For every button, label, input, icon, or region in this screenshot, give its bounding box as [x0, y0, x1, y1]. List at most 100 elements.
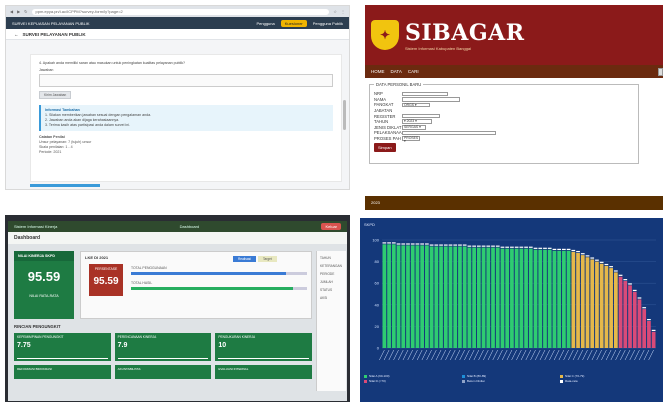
- address-bar[interactable]: ppm.epya.pn/i.ac/ICPPM?survey-form/ly?pa…: [31, 8, 330, 15]
- submit-button[interactable]: Simpan: [374, 143, 396, 153]
- chart-bar[interactable]: [647, 321, 651, 348]
- chart-bar[interactable]: [510, 248, 514, 348]
- chart-bar[interactable]: [590, 259, 595, 348]
- chart-bar[interactable]: [462, 246, 467, 348]
- chart-bar[interactable]: [623, 281, 628, 348]
- chart-bar[interactable]: [628, 285, 632, 348]
- chart-bar[interactable]: [576, 252, 580, 348]
- chart-bar[interactable]: [632, 291, 637, 348]
- chart-bar[interactable]: [387, 244, 391, 348]
- toggle-realisasi[interactable]: Realisasi: [233, 256, 256, 262]
- chart-bar[interactable]: [595, 261, 599, 348]
- side-item[interactable]: PERIODE: [320, 270, 343, 278]
- scrollbar[interactable]: [343, 100, 346, 130]
- chart-bar[interactable]: [514, 248, 519, 348]
- chart-bar[interactable]: [533, 249, 538, 348]
- chart-bar[interactable]: [543, 249, 547, 348]
- chart-bar[interactable]: [420, 245, 425, 348]
- toggle-target[interactable]: Target: [257, 256, 277, 262]
- chart-bar[interactable]: [599, 263, 604, 348]
- forward-icon[interactable]: ▶: [17, 9, 20, 14]
- chart-bar[interactable]: [458, 246, 462, 348]
- nav-search[interactable]: CARI: [408, 69, 419, 74]
- chart-bar[interactable]: [491, 247, 495, 348]
- form-input[interactable]: [402, 113, 440, 119]
- form-input[interactable]: SERGAS ▾: [402, 125, 426, 130]
- side-toggle[interactable]: [658, 68, 663, 76]
- chart-bar[interactable]: [476, 247, 481, 348]
- answer-textarea[interactable]: [39, 74, 333, 87]
- side-item[interactable]: TAHUN: [320, 254, 343, 262]
- chart-bar[interactable]: [434, 246, 439, 348]
- form-input[interactable]: ORGS ▾: [402, 102, 430, 108]
- form-input[interactable]: [402, 130, 496, 136]
- chart-bar[interactable]: [552, 250, 557, 348]
- form-input[interactable]: PROSES ▾: [402, 136, 420, 143]
- questionnaire-button[interactable]: Kuesioner: [280, 19, 307, 27]
- chart-bar[interactable]: [382, 244, 387, 348]
- mini-card-small[interactable]: AKUNTABILITAS: [114, 365, 212, 379]
- user-label[interactable]: Pengguna: [256, 21, 274, 26]
- chart-bar[interactable]: [524, 248, 528, 348]
- chart-bar[interactable]: [585, 257, 590, 348]
- form-input[interactable]: [402, 97, 460, 102]
- mini-card-small[interactable]: EVALUASI INTERNAL: [215, 365, 312, 379]
- chart-bar[interactable]: [472, 247, 476, 348]
- chart-bar[interactable]: [642, 309, 647, 348]
- chart-bar[interactable]: [429, 246, 434, 348]
- chart-bar[interactable]: [651, 331, 656, 348]
- chart-bar[interactable]: [467, 247, 472, 348]
- topbar-dashboard-link[interactable]: Dashboard: [180, 224, 200, 229]
- nav-home[interactable]: HOME: [371, 69, 385, 74]
- chart-bar[interactable]: [443, 246, 448, 348]
- back-arrow-icon[interactable]: ←: [14, 32, 19, 37]
- chart-bar[interactable]: [500, 248, 505, 348]
- mini-card[interactable]: PERENCANAAN KINERJA 7.9: [114, 333, 212, 361]
- chart-bar[interactable]: [495, 247, 500, 348]
- chart-bar[interactable]: [538, 249, 543, 348]
- chart-bar[interactable]: [618, 276, 623, 348]
- bookmark-icon[interactable]: ☆: [333, 9, 337, 14]
- mini-card-small[interactable]: REFORMASI BIROKRASI: [14, 365, 111, 379]
- chart-bar[interactable]: [448, 246, 453, 348]
- chart-bar[interactable]: [481, 247, 486, 348]
- chart-bar[interactable]: [580, 255, 585, 348]
- chart-bar[interactable]: [571, 251, 576, 348]
- chart-bar[interactable]: [637, 299, 642, 348]
- side-item[interactable]: AKSI: [320, 294, 343, 302]
- chart-bar[interactable]: [453, 246, 458, 348]
- side-item[interactable]: STATUS: [320, 286, 343, 294]
- mini-card[interactable]: PENGUKURAN KINERJA 10: [215, 333, 312, 361]
- back-icon[interactable]: ◀: [10, 9, 13, 14]
- chart-bar[interactable]: [604, 265, 609, 348]
- chart-bar[interactable]: [528, 248, 533, 348]
- logout-button[interactable]: Keluar: [321, 223, 341, 230]
- chart-bar[interactable]: [486, 247, 491, 348]
- nav-data[interactable]: DATA: [391, 69, 402, 74]
- chart-bar[interactable]: [562, 250, 566, 348]
- chart-bar[interactable]: [401, 245, 406, 348]
- reply-button[interactable]: Kirim Jawaban: [39, 91, 72, 99]
- chart-bar[interactable]: [410, 245, 415, 348]
- chart-bar[interactable]: [609, 268, 613, 348]
- side-item[interactable]: KETERANGAN: [320, 262, 343, 270]
- chart-bar[interactable]: [505, 248, 510, 348]
- chart-bar[interactable]: [425, 245, 429, 348]
- user-name[interactable]: Pengguna Publik: [313, 21, 343, 26]
- side-item[interactable]: JUMLAH: [320, 278, 343, 286]
- mini-card[interactable]: KEPEMIMPINAN PENGUNGKIT 7.75: [14, 333, 111, 361]
- chart-bar[interactable]: [439, 246, 443, 348]
- chart-bar[interactable]: [566, 250, 571, 348]
- chart-bar[interactable]: [406, 245, 410, 348]
- menu-icon[interactable]: ⋮: [341, 9, 345, 14]
- form-input[interactable]: [402, 91, 448, 97]
- chart-bar[interactable]: [396, 245, 401, 348]
- chart-bar[interactable]: [519, 248, 524, 348]
- form-input[interactable]: ▾ 2023 ▾: [402, 119, 432, 125]
- chart-bar[interactable]: [613, 272, 618, 348]
- chart-bar[interactable]: [415, 245, 420, 348]
- chart-bar[interactable]: [547, 249, 552, 348]
- chart-bar[interactable]: [557, 250, 562, 348]
- reload-icon[interactable]: ↻: [24, 9, 27, 14]
- chart-bar[interactable]: [391, 244, 396, 348]
